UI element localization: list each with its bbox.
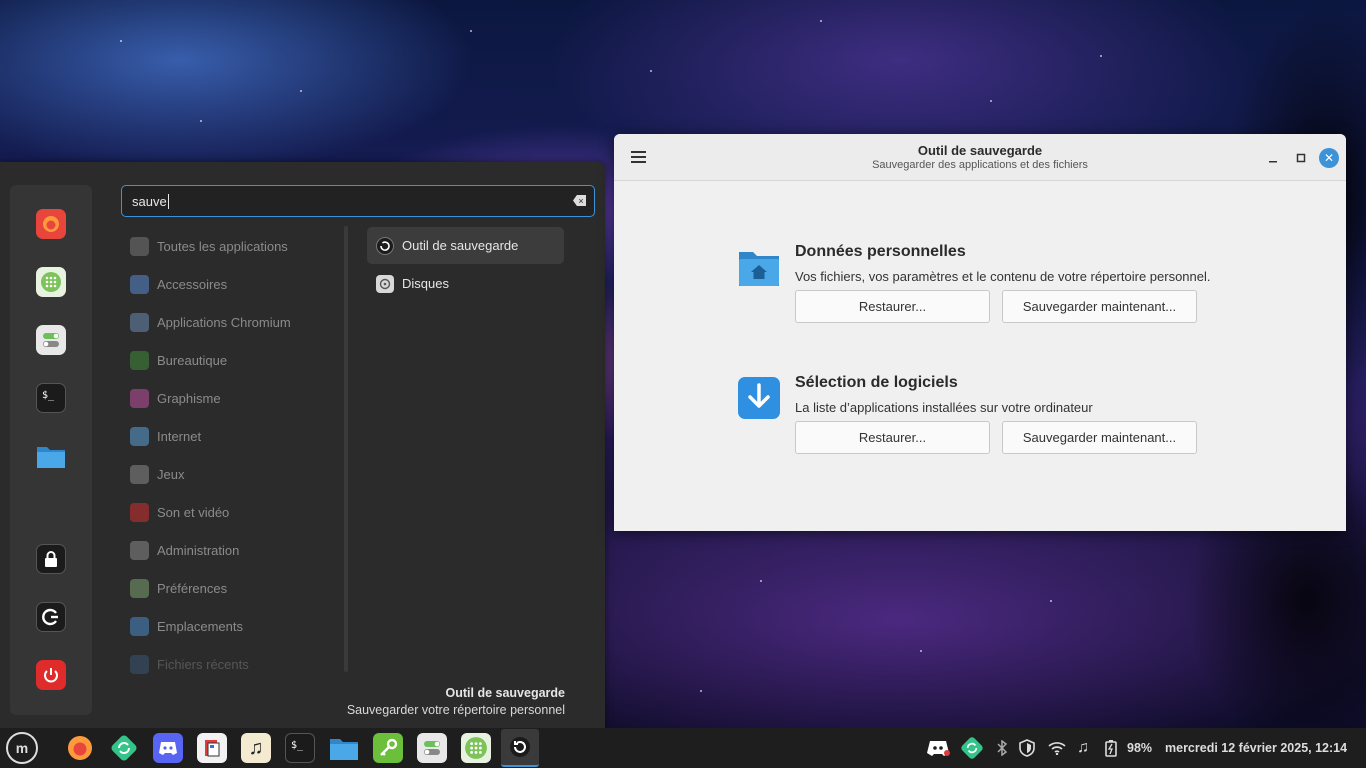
category-icon bbox=[130, 654, 149, 674]
category-label: Fichiers récents bbox=[157, 656, 249, 672]
backup-icon[interactable] bbox=[501, 729, 539, 767]
lock-icon[interactable] bbox=[36, 544, 66, 574]
category-icon bbox=[130, 350, 149, 370]
firefox-icon[interactable] bbox=[65, 733, 95, 763]
personal-backup-button[interactable]: Sauvegarder maintenant... bbox=[1002, 290, 1197, 323]
category-icon bbox=[130, 464, 149, 484]
section-personal-subtitle: Vos fichiers, vos paramètres et le conte… bbox=[795, 269, 1211, 284]
music-note-icon[interactable]: ♫ bbox=[1077, 728, 1089, 768]
personal-restore-button[interactable]: Restaurer... bbox=[795, 290, 990, 323]
calculator-icon[interactable] bbox=[36, 267, 66, 297]
search-text: sauve bbox=[132, 193, 167, 209]
category-item[interactable]: Applications Chromium bbox=[130, 310, 291, 334]
backup-icon bbox=[376, 236, 394, 255]
category-icon bbox=[130, 540, 149, 560]
application-menu: $_ sauve × Toutes les applications Access… bbox=[0, 162, 605, 728]
battery-icon[interactable] bbox=[1104, 728, 1118, 768]
section-software-title: Sélection de logiciels bbox=[795, 374, 958, 391]
search-result-label: Disques bbox=[402, 276, 449, 291]
section-personal-title: Données personnelles bbox=[795, 243, 966, 260]
section-software-subtitle: La liste d’applications installées sur v… bbox=[795, 400, 1093, 415]
headerbar[interactable]: Outil de sauvegarde Sauvegarder des appl… bbox=[614, 134, 1346, 181]
category-item[interactable]: Son et vidéo bbox=[130, 500, 229, 524]
category-item[interactable]: Emplacements bbox=[130, 614, 243, 638]
files-folder-icon[interactable] bbox=[329, 733, 359, 763]
maximize-button[interactable] bbox=[1291, 148, 1311, 168]
tray-update-manager-icon[interactable] bbox=[960, 728, 984, 768]
calculator-icon[interactable] bbox=[461, 733, 491, 763]
logout-icon[interactable] bbox=[36, 602, 66, 632]
shield-icon[interactable] bbox=[1018, 728, 1036, 768]
category-label: Son et vidéo bbox=[157, 504, 230, 520]
category-icon bbox=[130, 388, 149, 408]
category-icon bbox=[130, 578, 149, 598]
mint-menu-icon[interactable]: m bbox=[6, 732, 38, 764]
category-icon bbox=[130, 426, 149, 446]
settings-toggle-icon[interactable] bbox=[36, 325, 66, 355]
description-subtitle: Sauvegarder votre répertoire personnel bbox=[346, 703, 565, 717]
favorites-bar: $_ bbox=[10, 185, 92, 715]
description-title: Outil de sauvegarde bbox=[445, 686, 565, 700]
category-label: Graphisme bbox=[157, 390, 221, 406]
search-input[interactable]: sauve × bbox=[121, 185, 595, 217]
battery-percent: 98% bbox=[1127, 741, 1153, 755]
clock[interactable]: mercredi 12 février 2025, 12:14 bbox=[1165, 728, 1347, 768]
category-label: Toutes les applications bbox=[157, 238, 288, 254]
terminal-icon[interactable]: $_ bbox=[36, 383, 66, 413]
minimize-button[interactable] bbox=[1263, 148, 1283, 168]
category-icon bbox=[130, 616, 149, 636]
category-item[interactable]: Préférences bbox=[130, 576, 227, 600]
category-item[interactable]: Toutes les applications bbox=[130, 234, 288, 258]
category-item[interactable]: Jeux bbox=[130, 462, 184, 486]
menu-divider-scrollbar[interactable] bbox=[344, 226, 348, 672]
search-result-item[interactable]: Disques bbox=[367, 265, 564, 302]
category-label: Administration bbox=[157, 542, 240, 558]
key-icon[interactable] bbox=[373, 733, 403, 763]
tray-discord-icon[interactable] bbox=[926, 728, 950, 768]
category-item[interactable]: Graphisme bbox=[130, 386, 221, 410]
settings-toggle-icon[interactable] bbox=[417, 733, 447, 763]
discord-icon[interactable] bbox=[153, 733, 183, 763]
backup-tool-window: Outil de sauvegarde Sauvegarder des appl… bbox=[614, 134, 1346, 531]
category-icon bbox=[130, 312, 149, 332]
clear-search-icon[interactable]: × bbox=[573, 195, 586, 206]
category-label: Bureautique bbox=[157, 352, 228, 368]
category-label: Préférences bbox=[157, 580, 228, 596]
category-label: Applications Chromium bbox=[157, 314, 291, 330]
wifi-icon[interactable] bbox=[1048, 728, 1066, 768]
software-download-icon bbox=[738, 377, 780, 419]
category-item[interactable]: Internet bbox=[130, 424, 201, 448]
power-icon[interactable] bbox=[36, 660, 66, 690]
close-button[interactable]: ✕ bbox=[1319, 148, 1339, 168]
news-icon[interactable] bbox=[197, 733, 227, 763]
category-item[interactable]: Fichiers récents bbox=[130, 652, 249, 676]
software-restore-button[interactable]: Restaurer... bbox=[795, 421, 990, 454]
category-label: Emplacements bbox=[157, 618, 243, 634]
category-icon bbox=[130, 274, 149, 294]
terminal-icon[interactable]: $_ bbox=[285, 733, 315, 763]
home-folder-icon bbox=[738, 246, 780, 288]
category-label: Jeux bbox=[157, 466, 185, 482]
search-result-label: Outil de sauvegarde bbox=[402, 238, 519, 253]
firefox-icon[interactable] bbox=[36, 209, 66, 239]
category-icon bbox=[130, 236, 149, 256]
disks-icon bbox=[376, 274, 394, 293]
files-folder-icon[interactable] bbox=[36, 441, 66, 471]
update-manager-icon[interactable] bbox=[109, 733, 139, 763]
category-item[interactable]: Accessoires bbox=[130, 272, 227, 296]
window-subtitle: Sauvegarder des applications et des fich… bbox=[872, 159, 1088, 171]
search-result-item[interactable]: Outil de sauvegarde bbox=[367, 227, 564, 264]
bottom-panel: m ♫ $_ ♫ 98% mercredi 12 février 2025, 1… bbox=[0, 728, 1366, 768]
category-label: Accessoires bbox=[157, 276, 228, 292]
software-backup-button[interactable]: Sauvegarder maintenant... bbox=[1002, 421, 1197, 454]
category-item[interactable]: Bureautique bbox=[130, 348, 227, 372]
window-title: Outil de sauvegarde bbox=[917, 143, 1043, 158]
category-label: Internet bbox=[157, 428, 202, 444]
category-icon bbox=[130, 502, 149, 522]
bluetooth-icon[interactable] bbox=[996, 728, 1008, 768]
category-item[interactable]: Administration bbox=[130, 538, 239, 562]
music-icon[interactable]: ♫ bbox=[241, 733, 271, 763]
